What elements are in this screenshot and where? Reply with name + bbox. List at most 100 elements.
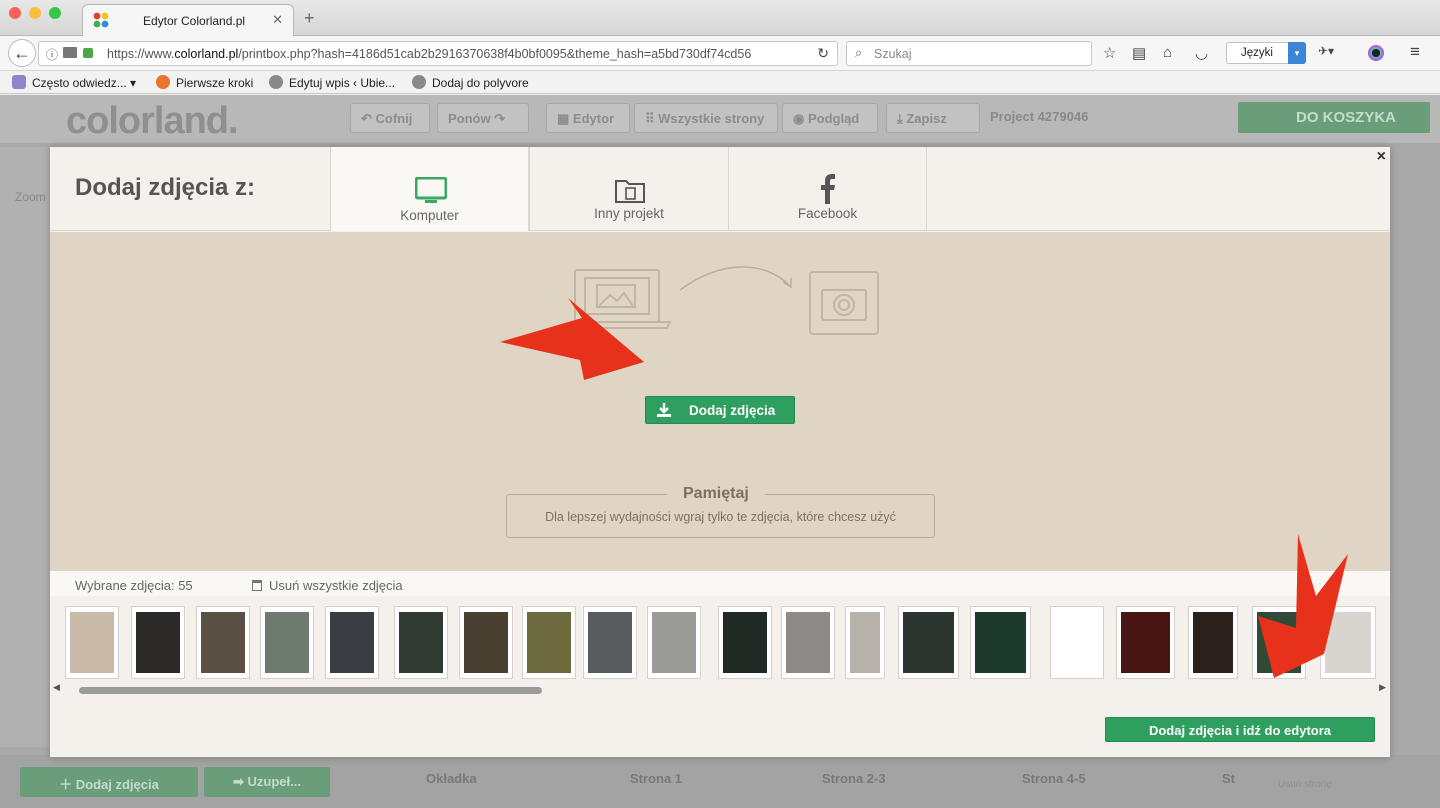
thumbnail[interactable] (781, 606, 835, 679)
reading-list-icon[interactable]: ▤ (1132, 44, 1146, 62)
add-and-go-button[interactable]: Dodaj zdjęcia i idź do edytora (1105, 717, 1375, 742)
thumbnail[interactable] (1188, 606, 1238, 679)
close-window-button[interactable] (9, 7, 21, 19)
thumbnail[interactable] (1252, 606, 1306, 679)
thumbnail-scrollbar[interactable] (58, 684, 1382, 694)
thumbnail[interactable] (1320, 606, 1376, 679)
colorland-logo: colorland. (66, 100, 239, 142)
thumbnail[interactable] (65, 606, 119, 679)
reload-icon[interactable]: ↻ (817, 45, 829, 62)
modal-header: Dodaj zdjęcia z: Komputer Inny projekt F… (50, 147, 1390, 231)
thumbnail[interactable] (898, 606, 959, 679)
minimize-window-button[interactable] (29, 7, 41, 19)
photo-woman-grey (786, 612, 830, 673)
monitor-icon (415, 177, 447, 203)
thumbnail[interactable] (1116, 606, 1175, 679)
photo-greenhouse (903, 612, 954, 673)
scrollbar-thumb[interactable] (79, 687, 542, 694)
menu-icon[interactable]: ≡ (1410, 42, 1420, 62)
all-pages-button[interactable]: ⠿ Wszystkie strony (634, 103, 778, 133)
add-photos-bottom-button[interactable]: ＋ Dodaj zdjęcia (20, 767, 198, 797)
home-icon[interactable]: ⌂ (1163, 44, 1172, 61)
extension-icon[interactable]: ✈▾ (1318, 44, 1334, 58)
cart-button[interactable]: DO KOSZYKA (1238, 102, 1430, 133)
tab-computer-label: Komputer (400, 208, 459, 223)
remember-title: Pamiętaj (667, 485, 765, 503)
info-icon[interactable]: ⓘ (46, 46, 58, 63)
back-button[interactable]: ← (8, 39, 36, 67)
page-cover[interactable]: Okładka (426, 771, 477, 786)
search-placeholder: Szukaj (874, 47, 912, 61)
page-next[interactable]: St (1222, 771, 1235, 786)
photo-interior-light (652, 612, 696, 673)
page-4-5[interactable]: Strona 4-5 (1022, 771, 1086, 786)
address-bar[interactable]: ⓘ https://www.colorland.pl/printbox.php?… (38, 41, 838, 66)
tab-close-icon[interactable]: ✕ (272, 12, 283, 28)
thumbnail[interactable] (459, 606, 513, 679)
pocket-icon[interactable]: ◡ (1195, 44, 1208, 62)
editor-button[interactable]: ▦ Edytor (546, 103, 630, 133)
fill-button[interactable]: ➡ Uzupeł... (204, 767, 330, 797)
page-2-3[interactable]: Strona 2-3 (822, 771, 886, 786)
save-button[interactable]: ⤓ Zapisz (886, 103, 980, 133)
thumbnail[interactable] (325, 606, 379, 679)
thumbnail[interactable] (260, 606, 314, 679)
thumbnail[interactable] (970, 606, 1031, 679)
thumbnail[interactable] (647, 606, 701, 679)
url-text[interactable]: https://www.colorland.pl/printbox.php?ha… (107, 47, 751, 61)
undo-button[interactable]: ↶ Cofnij (350, 103, 430, 133)
photo-dark-gold (723, 612, 767, 673)
folder-icon (615, 180, 645, 203)
colorland-favicon-icon (93, 12, 109, 28)
add-photos-button-label: Dodaj zdjęcia (689, 403, 776, 418)
browser-tab[interactable]: Edytor Colorland.pl ✕ (82, 4, 294, 36)
photo-woman-street (588, 612, 632, 673)
thumbnail[interactable] (394, 606, 448, 679)
bookmark-first-steps[interactable]: Pierwsze kroki (156, 75, 253, 90)
trash-icon (252, 580, 262, 591)
redo-button[interactable]: Ponów ↷ (437, 103, 529, 133)
photo-palette-green (975, 612, 1026, 673)
close-icon[interactable]: × (1377, 148, 1386, 166)
add-photos-button[interactable]: Dodaj zdjęcia (645, 396, 795, 424)
preview-button[interactable]: ◉ Podgląd (782, 103, 878, 133)
modal-title: Dodaj zdjęcia z: (75, 174, 256, 201)
page-icon (63, 47, 77, 58)
bookmark-polyvore[interactable]: Dodaj do polyvore (412, 75, 529, 90)
thumbnail[interactable] (1050, 606, 1104, 679)
photo-woman-black (850, 612, 880, 673)
thumbnail[interactable] (845, 606, 885, 679)
lock-icon (83, 48, 93, 58)
remove-page-link[interactable]: Usuń stronę (1278, 779, 1332, 790)
photo-woman-white (1325, 612, 1371, 673)
remember-text: Dla lepszej wydajności wgraj tylko te zd… (545, 510, 896, 524)
thumbnail[interactable] (718, 606, 772, 679)
tab-other-project[interactable]: Inny projekt (529, 147, 728, 231)
star-icon[interactable]: ☆ (1103, 44, 1116, 62)
bookmarks-bar: Często odwiedz... ▾ Pierwsze kroki Edytu… (0, 71, 1440, 94)
selected-count: Wybrane zdjęcia: 55 (75, 578, 193, 593)
bookmark-edit-post[interactable]: Edytuj wpis ‹ Ubie... (269, 75, 395, 90)
firefox-icon (156, 75, 170, 89)
tab-computer[interactable]: Komputer (330, 147, 529, 231)
language-select[interactable]: Języki ▾ (1226, 42, 1306, 64)
tab-facebook[interactable]: Facebook (728, 147, 927, 231)
thumbnail[interactable] (196, 606, 250, 679)
globe-icon (412, 75, 426, 89)
photo-silhouette (1055, 612, 1099, 673)
bookmark-often-visited[interactable]: Często odwiedz... ▾ (12, 75, 136, 90)
zoom-window-button[interactable] (49, 7, 61, 19)
drop-area[interactable]: Dodaj zdjęcia Pamiętaj Dla lepszej wydaj… (50, 232, 1390, 570)
browser-navbar: ← ⓘ https://www.colorland.pl/printbox.ph… (0, 36, 1440, 71)
facebook-icon (821, 174, 835, 204)
search-input[interactable]: ⌕ Szukaj (846, 41, 1092, 66)
thumbnail[interactable] (131, 606, 185, 679)
thumbnail[interactable] (583, 606, 637, 679)
page-1[interactable]: Strona 1 (630, 771, 682, 786)
thumbnail-strip[interactable]: ◀ ▶ (50, 596, 1390, 696)
color-picker-icon[interactable] (1368, 45, 1384, 61)
thumbnail[interactable] (522, 606, 576, 679)
clear-all-link[interactable]: Usuń wszystkie zdjęcia (252, 578, 403, 593)
new-tab-button[interactable]: + (304, 8, 315, 29)
chevron-down-icon: ▾ (1288, 42, 1306, 64)
